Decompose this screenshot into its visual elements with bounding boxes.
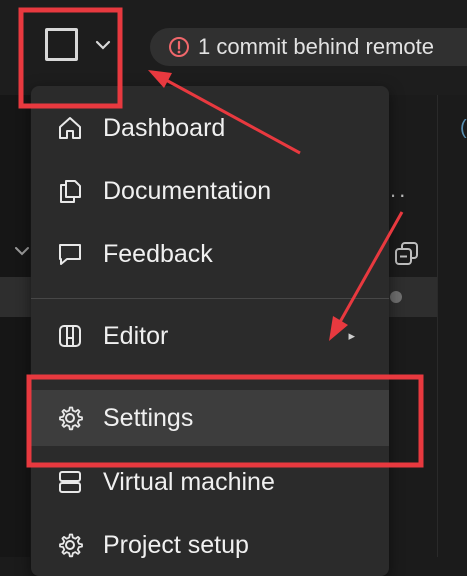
document-icon [53,174,87,208]
project-dropdown-menu: Dashboard Documentation Feedback Editor … [31,86,389,576]
menu-item-dashboard[interactable]: Dashboard [31,100,389,156]
background-panel-edge: ( [460,117,467,139]
menu-item-label: Editor [103,321,169,350]
menu-item-virtual-machine[interactable]: Virtual machine [31,454,389,510]
collapse-icon[interactable] [393,240,421,268]
chevron-down-icon[interactable] [95,40,111,50]
menu-item-label: Settings [103,403,194,432]
project-square-icon[interactable] [45,28,78,61]
menu-item-editor[interactable]: Editor ▸ [31,308,389,364]
gear-icon [53,401,87,435]
chat-bubble-icon [53,237,87,271]
submenu-arrow-icon: ▸ [348,328,355,343]
menu-item-documentation[interactable]: Documentation [31,163,389,219]
home-icon [53,111,87,145]
background-panel-left [0,95,30,557]
menu-item-label: Dashboard [103,113,226,142]
commit-status-text: 1 commit behind remote [198,34,434,59]
editor-layout-icon [53,319,87,353]
menu-item-label: Feedback [103,239,213,268]
commit-status-badge[interactable]: 1 commit behind remote [150,28,467,66]
menu-item-project-setup[interactable]: Project setup [31,517,389,573]
server-icon [53,465,87,499]
menu-item-label: Virtual machine [103,467,275,496]
tree-chevron-icon[interactable] [14,246,30,256]
alert-circle-icon [169,37,189,57]
panel-divider [437,95,438,557]
menu-separator [31,298,389,299]
menu-item-settings[interactable]: Settings [31,390,389,446]
menu-item-label: Documentation [103,176,272,205]
menu-item-label: Project setup [103,530,249,559]
scroll-indicator[interactable] [390,291,402,303]
menu-item-feedback[interactable]: Feedback [31,226,389,282]
